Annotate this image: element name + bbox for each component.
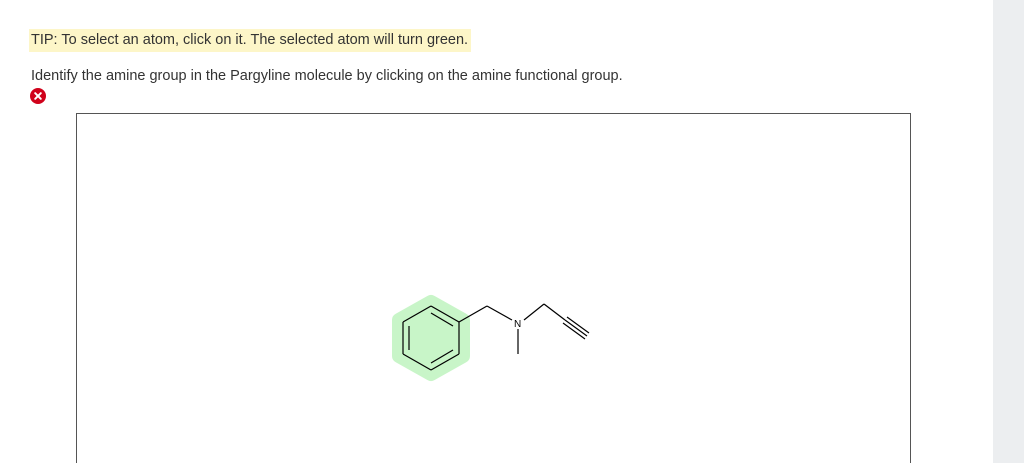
nitrogen-atom[interactable]: N <box>514 319 521 330</box>
triple-bond[interactable] <box>562 322 586 340</box>
pargyline-molecule: N <box>392 295 590 381</box>
incorrect-x-icon <box>30 88 46 104</box>
molecule-canvas[interactable]: N <box>76 113 911 463</box>
side-chain[interactable] <box>458 303 590 354</box>
triple-bond[interactable] <box>564 319 588 337</box>
right-gutter <box>993 0 1024 463</box>
tip-banner: TIP: To select an atom, click on it. The… <box>29 29 472 52</box>
bond-ch2-n[interactable] <box>486 305 513 321</box>
page: TIP: To select an atom, click on it. The… <box>0 0 1024 463</box>
bond-ch2-alkyne[interactable] <box>543 303 566 321</box>
bond-n-ch2[interactable] <box>523 303 545 321</box>
triple-bond[interactable] <box>566 316 590 334</box>
question-text: Identify the amine group in the Pargylin… <box>31 68 623 84</box>
